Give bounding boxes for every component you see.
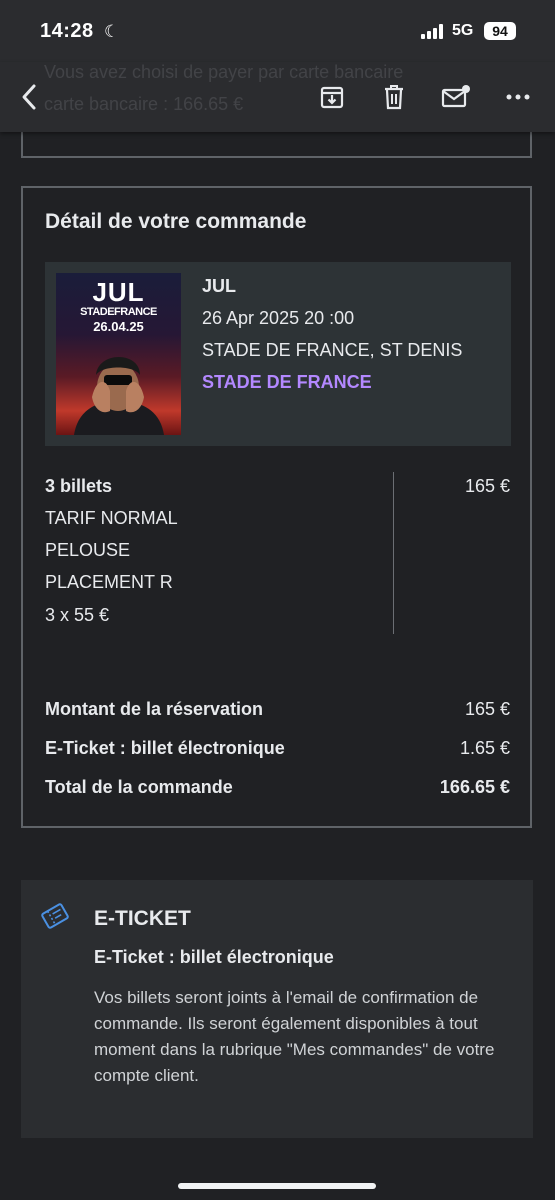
more-options-button[interactable] [501,80,535,114]
event-block: JUL STADEFRANCE 26.04.25 JUL 26 Apr 2025… [45,262,511,446]
eticket-card: E-TICKET E-Ticket : billet électronique … [21,880,533,1138]
summary-label: Montant de la réservation [45,699,264,719]
order-detail-title: Détail de votre commande [45,210,307,233]
summary-value: 1.65 € [459,738,510,758]
summary-label: E-Ticket : billet électronique [45,738,285,758]
ticket-count: 3 billets [45,476,113,496]
total-value: 166.65 € [439,777,510,797]
delete-button[interactable] [377,80,411,114]
order-detail-card: Détail de votre commande JUL STADEFRANCE… [21,186,532,828]
network-type: 5G [452,22,474,39]
archive-icon [320,86,344,109]
ticket-divider [393,472,394,634]
scrolled-text-line1: Vous avez choisi de payer par carte banc… [44,62,404,82]
ticket-line: PELOUSE [45,540,131,560]
event-datetime: 26 Apr 2025 20 :00 [202,308,355,328]
scrolled-text-line2: carte bancaire : 166.65 € [44,94,244,114]
mark-unread-button[interactable] [439,80,473,114]
home-indicator[interactable] [178,1183,376,1189]
poster-logo: JUL [92,277,145,307]
status-bar: 14:28 ☾ 5G 94 [0,0,555,62]
poster-artist-figure [74,357,164,435]
mark-unread-icon [441,85,470,108]
poster-date: 26.04.25 [93,319,144,334]
mail-toolbar: Vous avez choisi de payer par carte banc… [0,62,555,132]
focus-moon-icon: ☾ [104,22,120,41]
archive-button[interactable] [315,80,349,114]
event-location: STADE DE FRANCE, ST DENIS [202,340,463,360]
event-artist: JUL [202,276,237,296]
signal-icon [421,24,447,39]
ticket-line: 3 x 55 € [45,605,110,625]
ticket-line: TARIF NORMAL [45,508,178,528]
ticket-amount: 165 € [464,476,510,496]
battery-indicator: 94 [484,22,516,40]
trash-icon [385,85,403,110]
eticket-title: E-TICKET [94,907,191,930]
ticket-icon [41,903,69,929]
eticket-description: Vos billets seront joints à l'email de c… [94,988,495,1085]
summary-value: 165 € [464,699,510,719]
back-arrow-icon [22,84,36,110]
more-icon [506,94,530,100]
poster-venue: STADEFRANCE [80,306,157,318]
event-poster: JUL STADEFRANCE 26.04.25 [56,273,181,435]
clock: 14:28 [40,20,94,42]
event-venue-link[interactable]: STADE DE FRANCE [202,372,372,393]
ticket-line: PLACEMENT R [45,572,173,592]
back-button[interactable] [12,80,46,114]
total-label: Total de la commande [45,777,233,797]
eticket-subtitle: E-Ticket : billet électronique [94,947,334,967]
